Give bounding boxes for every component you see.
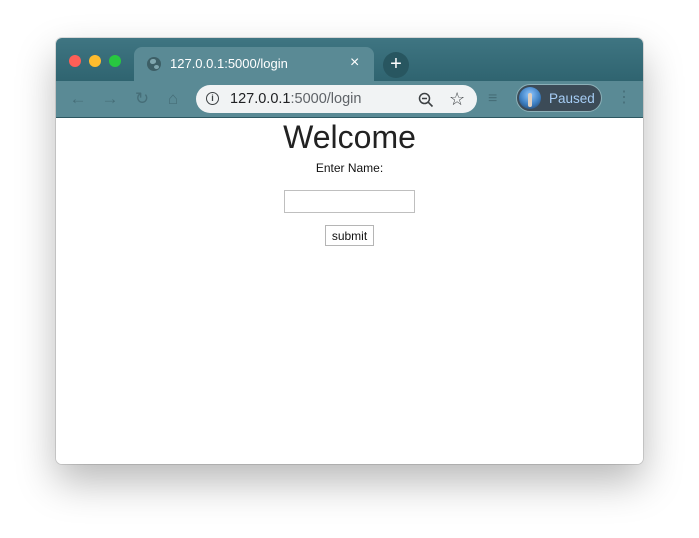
maximize-window-icon[interactable] [109, 55, 121, 67]
info-icon[interactable]: i [206, 92, 219, 105]
url-path: :5000/login [290, 91, 362, 107]
url-text[interactable]: 127.0.0.1:5000/login [230, 91, 361, 107]
page-title: Welcome [283, 119, 416, 155]
reload-icon[interactable]: ↻ [132, 89, 152, 109]
minimize-window-icon[interactable] [89, 55, 101, 67]
tab-close-icon[interactable]: × [350, 53, 359, 73]
address-bar[interactable]: i 127.0.0.1:5000/login ☆ [196, 85, 477, 113]
browser-window: 127.0.0.1:5000/login × + ← → ↻ ⌂ i 127.0… [56, 38, 643, 464]
url-host: 127.0.0.1 [230, 91, 291, 107]
home-icon[interactable]: ⌂ [163, 89, 183, 109]
forward-icon[interactable]: → [100, 89, 120, 109]
page-content: Welcome Enter Name: submit [56, 118, 643, 464]
browser-toolbar: ← → ↻ ⌂ i 127.0.0.1:5000/login ☆ ≡ Pause… [56, 81, 643, 118]
submit-button[interactable]: submit [325, 225, 374, 246]
browser-tab[interactable]: 127.0.0.1:5000/login × [134, 47, 374, 81]
extensions-icon[interactable]: ≡ [488, 89, 497, 109]
profile-status-label: Paused [549, 91, 595, 106]
tab-title: 127.0.0.1:5000/login [170, 56, 288, 71]
more-menu-icon[interactable]: ⋮ [616, 88, 632, 108]
back-icon[interactable]: ← [68, 89, 88, 109]
zoom-out-icon[interactable] [418, 92, 434, 108]
new-tab-button[interactable]: + [383, 52, 409, 78]
name-input[interactable] [284, 190, 415, 213]
star-icon[interactable]: ☆ [449, 89, 465, 109]
title-bar: 127.0.0.1:5000/login × + [56, 38, 643, 81]
name-label: Enter Name: [315, 161, 384, 175]
avatar [519, 87, 541, 109]
globe-icon [147, 57, 161, 71]
profile-button[interactable]: Paused [516, 84, 602, 112]
close-window-icon[interactable] [69, 55, 81, 67]
